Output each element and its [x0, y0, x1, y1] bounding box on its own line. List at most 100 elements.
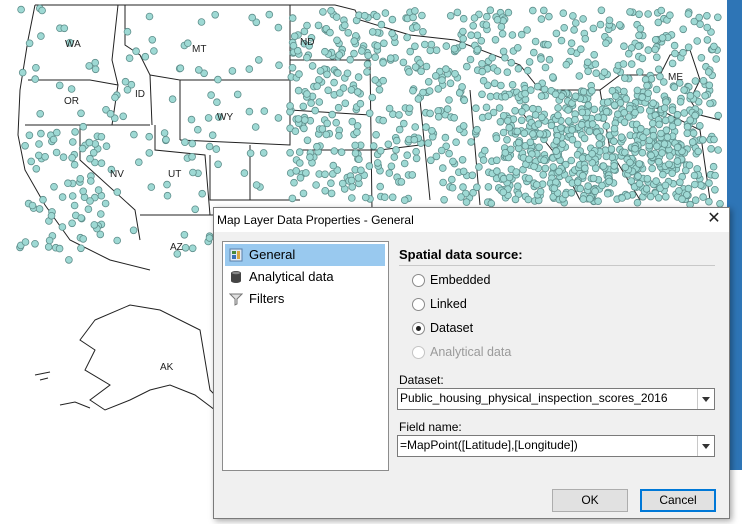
map-point[interactable] [499, 188, 508, 197]
map-point[interactable] [484, 183, 493, 191]
map-point[interactable] [670, 83, 679, 91]
map-point[interactable] [581, 34, 590, 43]
map-point[interactable] [403, 33, 411, 42]
map-point[interactable] [690, 180, 699, 189]
map-point[interactable] [473, 125, 481, 134]
map-point[interactable] [350, 49, 358, 58]
map-point[interactable] [704, 68, 713, 76]
map-point[interactable] [670, 41, 679, 50]
map-point[interactable] [690, 171, 699, 180]
map-point[interactable] [459, 167, 468, 176]
map-point[interactable] [21, 238, 30, 246]
map-point[interactable] [245, 107, 254, 116]
map-point[interactable] [434, 85, 443, 93]
map-point[interactable] [65, 256, 73, 264]
map-point[interactable] [631, 144, 639, 153]
map-point[interactable] [323, 119, 332, 128]
map-point[interactable] [508, 81, 517, 89]
map-point[interactable] [102, 142, 111, 151]
map-point[interactable] [357, 47, 366, 55]
map-point[interactable] [77, 109, 85, 118]
map-point[interactable] [458, 156, 467, 164]
map-point[interactable] [189, 168, 197, 177]
map-point[interactable] [409, 86, 417, 95]
map-point[interactable] [208, 131, 217, 140]
map-point[interactable] [647, 151, 655, 160]
map-point[interactable] [671, 49, 679, 58]
map-point[interactable] [568, 126, 576, 134]
map-point[interactable] [67, 85, 76, 93]
map-point[interactable] [699, 193, 707, 201]
map-point[interactable] [467, 138, 475, 146]
map-point[interactable] [68, 192, 77, 200]
map-point[interactable] [688, 138, 697, 146]
map-point[interactable] [627, 177, 636, 185]
map-point[interactable] [562, 60, 571, 69]
map-point[interactable] [25, 131, 34, 140]
map-point[interactable] [634, 172, 642, 180]
map-point[interactable] [626, 8, 634, 16]
map-point[interactable] [583, 58, 592, 67]
map-point[interactable] [422, 62, 431, 71]
map-point[interactable] [595, 133, 604, 141]
map-point[interactable] [638, 54, 647, 63]
map-point[interactable] [97, 133, 106, 141]
map-point[interactable] [710, 42, 718, 51]
map-point[interactable] [552, 147, 560, 155]
map-point[interactable] [713, 13, 722, 22]
map-point[interactable] [52, 128, 61, 137]
map-point[interactable] [363, 68, 371, 76]
map-point[interactable] [184, 39, 192, 47]
map-point[interactable] [442, 65, 450, 73]
map-point[interactable] [385, 104, 394, 113]
map-point[interactable] [452, 138, 460, 147]
map-point[interactable] [121, 77, 130, 86]
map-point[interactable] [373, 159, 382, 167]
map-point[interactable] [493, 67, 502, 75]
map-point[interactable] [573, 178, 582, 187]
map-point[interactable] [529, 130, 537, 138]
map-point[interactable] [673, 118, 682, 126]
map-point[interactable] [508, 31, 517, 39]
chevron-down-icon[interactable] [697, 436, 714, 456]
map-point[interactable] [588, 120, 597, 128]
map-point[interactable] [295, 148, 304, 156]
map-point[interactable] [605, 177, 613, 186]
map-point[interactable] [512, 168, 520, 176]
map-point[interactable] [443, 105, 452, 113]
map-point[interactable] [395, 125, 404, 134]
map-point[interactable] [64, 179, 72, 188]
map-point[interactable] [493, 15, 502, 24]
map-point[interactable] [607, 145, 616, 153]
map-point[interactable] [695, 122, 704, 130]
map-point[interactable] [478, 90, 486, 99]
map-point[interactable] [642, 185, 651, 193]
map-point[interactable] [564, 106, 572, 114]
map-point[interactable] [403, 151, 412, 160]
map-point[interactable] [160, 129, 169, 137]
map-point[interactable] [676, 98, 685, 106]
map-point[interactable] [379, 116, 388, 125]
map-point[interactable] [620, 74, 629, 82]
map-point[interactable] [504, 8, 513, 17]
map-point[interactable] [528, 6, 537, 15]
map-point[interactable] [537, 92, 546, 100]
map-point[interactable] [627, 60, 636, 68]
map-point[interactable] [290, 32, 299, 41]
map-point[interactable] [376, 147, 385, 155]
map-point[interactable] [575, 72, 584, 80]
map-point[interactable] [368, 28, 377, 36]
map-point[interactable] [299, 189, 308, 198]
map-point[interactable] [459, 14, 468, 23]
map-point[interactable] [447, 175, 456, 184]
map-point[interactable] [703, 23, 711, 32]
map-point[interactable] [487, 199, 496, 208]
map-point[interactable] [76, 175, 85, 183]
map-point[interactable] [613, 110, 622, 118]
map-point[interactable] [603, 98, 612, 106]
map-point[interactable] [248, 13, 257, 22]
map-point[interactable] [445, 149, 453, 158]
map-point[interactable] [446, 79, 455, 88]
map-point[interactable] [150, 47, 158, 55]
map-point[interactable] [321, 170, 329, 179]
